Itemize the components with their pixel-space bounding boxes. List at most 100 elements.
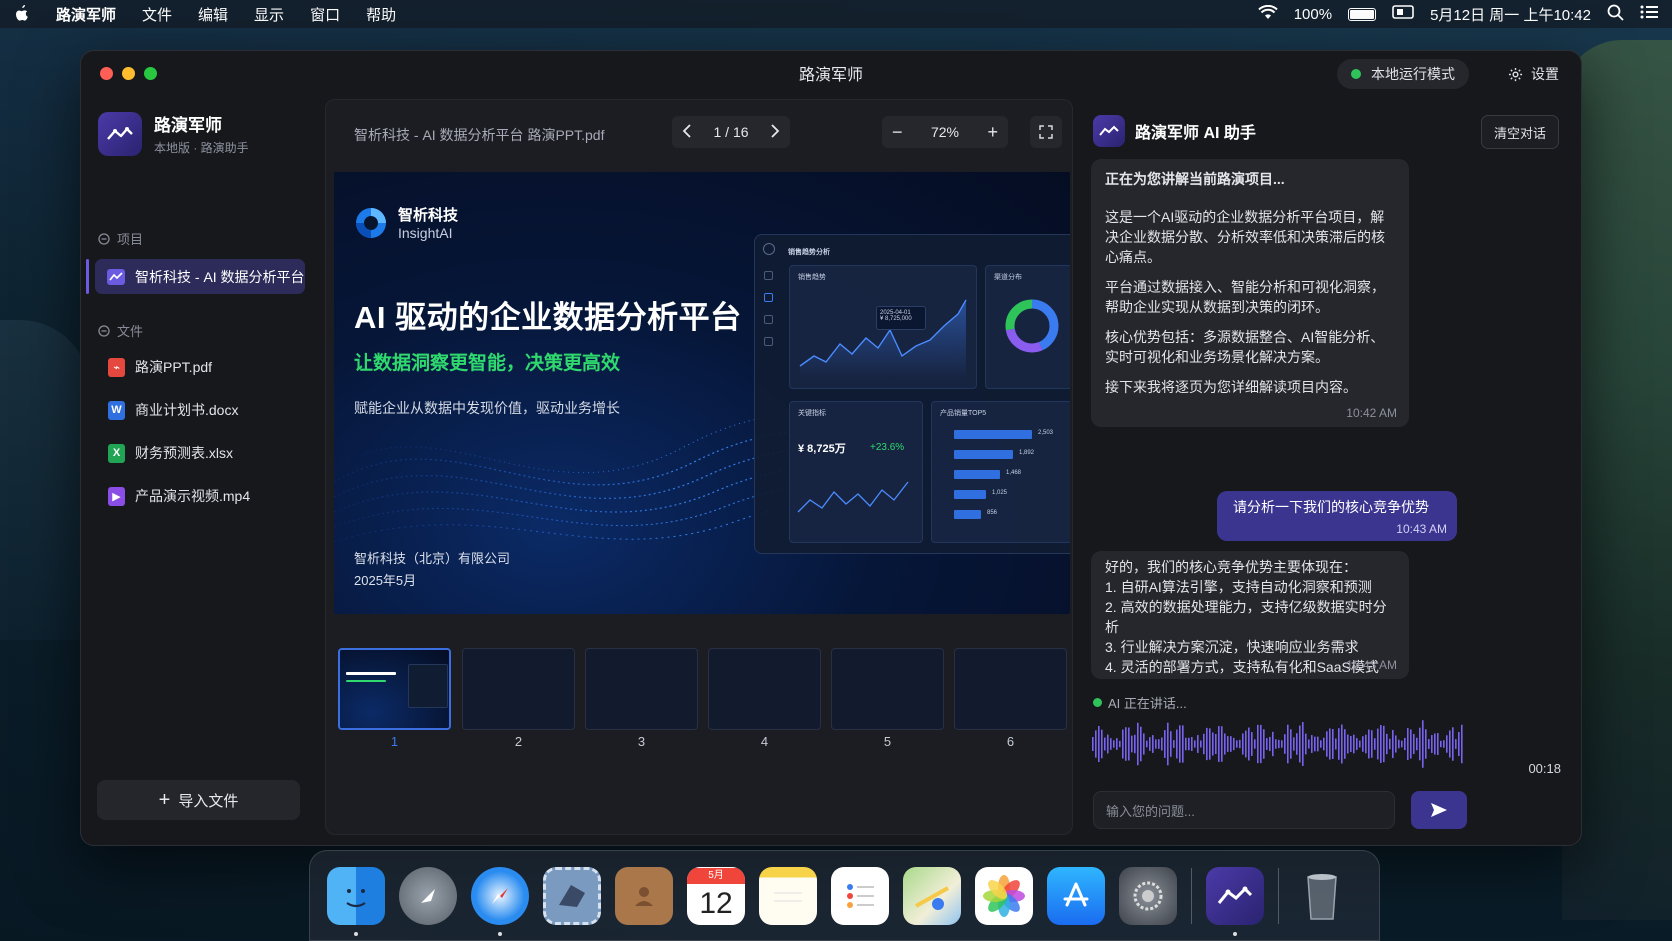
waveform-bar bbox=[1398, 739, 1400, 749]
title-bar: 路演军师 本地运行模式 设置 bbox=[81, 51, 1581, 95]
system-settings-icon[interactable] bbox=[1119, 866, 1177, 925]
waveform-bar bbox=[1260, 724, 1262, 764]
wifi-icon[interactable] bbox=[1258, 4, 1278, 24]
settings-button[interactable]: 设置 bbox=[1508, 59, 1559, 89]
waveform-bar bbox=[1410, 729, 1412, 759]
dashboard-header: 销售趋势分析 bbox=[788, 249, 830, 256]
waveform-bar bbox=[1443, 740, 1445, 748]
top5-bar bbox=[954, 490, 986, 499]
waveform-bar bbox=[1125, 727, 1127, 761]
mail-icon[interactable] bbox=[543, 866, 601, 925]
waveform-bar bbox=[1197, 735, 1199, 753]
active-indicator bbox=[86, 259, 89, 294]
waveform-bar bbox=[1302, 722, 1304, 766]
thumbnail-2[interactable] bbox=[462, 648, 575, 730]
chat-input[interactable]: 输入您的问题... bbox=[1093, 791, 1395, 829]
app-subtitle: 本地版 · 路演助手 bbox=[154, 141, 249, 155]
roadshow-app-icon[interactable] bbox=[1206, 866, 1264, 936]
waveform-bar bbox=[1299, 725, 1301, 763]
thumbnail-5[interactable] bbox=[831, 648, 944, 730]
app-window: 路演军师 本地运行模式 设置 路演军师 本地版 · 路演助手 项目 智析科技 - … bbox=[80, 50, 1582, 846]
waveform-bar bbox=[1392, 729, 1394, 759]
waveform-bar bbox=[1446, 735, 1448, 753]
top5-bar bbox=[954, 450, 1013, 459]
excel-icon: X bbox=[108, 443, 125, 463]
waveform-bar bbox=[1209, 728, 1211, 760]
waveform-bar bbox=[1347, 734, 1349, 754]
waveform-bar bbox=[1449, 730, 1451, 758]
thumbnail-number: 2 bbox=[514, 734, 523, 749]
zoom-out-button[interactable]: − bbox=[892, 122, 903, 143]
nav-icon bbox=[764, 293, 773, 302]
apple-icon[interactable] bbox=[14, 5, 32, 23]
waveform-bar bbox=[1122, 729, 1124, 759]
menu-datetime[interactable]: 5月12日 周一 上午10:42 bbox=[1430, 4, 1591, 25]
gear-icon bbox=[1508, 67, 1523, 81]
mode-label: 本地运行模式 bbox=[1371, 66, 1455, 82]
running-indicator bbox=[498, 931, 502, 936]
app-store-icon[interactable] bbox=[1047, 866, 1105, 925]
page-indicator: 1 / 16 bbox=[713, 124, 749, 140]
kpi-sparkline bbox=[797, 481, 909, 513]
menu-help[interactable]: 帮助 bbox=[366, 4, 396, 25]
thumbnail-number: 5 bbox=[883, 734, 892, 749]
zoom-in-button[interactable]: + bbox=[987, 122, 998, 143]
menu-edit[interactable]: 编辑 bbox=[198, 4, 228, 25]
photos-icon[interactable] bbox=[975, 866, 1033, 925]
app-logo-icon bbox=[98, 111, 142, 156]
file-item-docx[interactable]: W 商业计划书.docx bbox=[108, 400, 238, 420]
finder-icon[interactable] bbox=[327, 866, 385, 936]
import-file-button[interactable]: + 导入文件 bbox=[97, 780, 300, 820]
minimize-window-button[interactable] bbox=[122, 66, 135, 80]
sidebar-item-project[interactable]: 智析科技 - AI 数据分析平台 bbox=[95, 259, 305, 294]
thumbnail-6[interactable] bbox=[954, 648, 1067, 730]
notes-icon[interactable] bbox=[759, 866, 817, 925]
waveform-bar bbox=[1419, 727, 1421, 761]
next-page-icon[interactable] bbox=[770, 123, 780, 141]
trash-icon[interactable] bbox=[1293, 867, 1351, 925]
waveform-bar bbox=[1221, 726, 1223, 762]
file-item-mp4[interactable]: ▶ 产品演示视频.mp4 bbox=[108, 486, 250, 506]
file-item-xlsx[interactable]: X 财务预测表.xlsx bbox=[108, 443, 233, 463]
menu-file[interactable]: 文件 bbox=[142, 4, 172, 25]
waveform-bar bbox=[1380, 725, 1382, 763]
waveform-bar bbox=[1281, 740, 1283, 748]
menu-view[interactable]: 显示 bbox=[254, 4, 284, 25]
send-button[interactable] bbox=[1411, 791, 1467, 829]
card-title: 渠道分布 bbox=[994, 274, 1022, 281]
waveform-bar bbox=[1206, 727, 1208, 761]
waveform-bar bbox=[1332, 729, 1334, 759]
close-window-button[interactable] bbox=[100, 66, 113, 80]
waveform-bar bbox=[1329, 728, 1331, 760]
zoom-window-button[interactable] bbox=[144, 66, 157, 80]
prev-page-icon[interactable] bbox=[682, 123, 692, 141]
maps-icon[interactable] bbox=[903, 866, 961, 925]
waveform-bar bbox=[1257, 724, 1259, 764]
menu-window[interactable]: 窗口 bbox=[310, 4, 340, 25]
reminders-icon[interactable] bbox=[831, 866, 889, 925]
thumbnail-3[interactable] bbox=[585, 648, 698, 730]
control-center-icon[interactable] bbox=[1640, 5, 1658, 23]
calendar-icon[interactable]: 5月 12 bbox=[687, 866, 745, 925]
waveform-bar bbox=[1461, 724, 1463, 764]
menu-app-name[interactable]: 路演军师 bbox=[56, 4, 116, 25]
local-mode-badge[interactable]: 本地运行模式 bbox=[1337, 59, 1469, 89]
slide-page: 智析科技 InsightAI AI 驱动的企业数据分析平台 让数据洞察更智能，决策… bbox=[334, 172, 1070, 614]
waveform-bar bbox=[1344, 729, 1346, 759]
launchpad-icon[interactable] bbox=[399, 866, 457, 925]
clear-chat-button[interactable]: 清空对话 bbox=[1481, 115, 1559, 149]
fullscreen-button[interactable] bbox=[1030, 116, 1062, 148]
thumbnail-1[interactable] bbox=[338, 648, 451, 730]
waveform-bar bbox=[1458, 731, 1460, 757]
top5-card: 产品销量TOP5 2,503 1,892 1,468 1,025 856 bbox=[931, 401, 1070, 543]
screen-mirror-icon[interactable] bbox=[1392, 5, 1414, 23]
search-icon[interactable] bbox=[1607, 4, 1624, 25]
safari-icon[interactable] bbox=[471, 866, 529, 936]
thumbnail-4[interactable] bbox=[708, 648, 821, 730]
contacts-icon[interactable] bbox=[615, 866, 673, 925]
dock-separator bbox=[1278, 867, 1279, 924]
waveform-bar bbox=[1146, 740, 1148, 748]
file-item-pdf[interactable]: ⌁ 路演PPT.pdf bbox=[108, 357, 212, 377]
battery-icon[interactable] bbox=[1348, 7, 1377, 21]
list-item: 1. 自研AI算法引擎，支持自动化洞察和预测 bbox=[1105, 579, 1372, 595]
